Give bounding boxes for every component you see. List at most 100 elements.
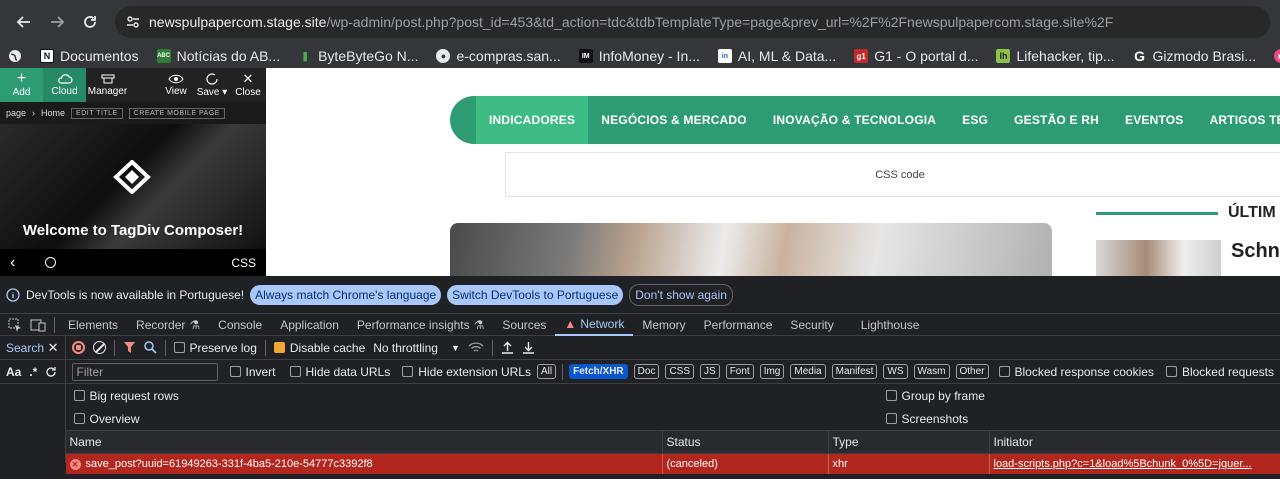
type-filter-other[interactable]: Other	[955, 364, 989, 379]
breadcrumb-home[interactable]: Home	[41, 108, 65, 118]
cloud-button[interactable]: Cloud	[43, 68, 86, 102]
inspect-element-button[interactable]	[4, 314, 26, 336]
css-button[interactable]: CSS	[231, 256, 256, 270]
column-status[interactable]: Status	[663, 431, 829, 453]
disable-cache-checkbox[interactable]: Disable cache	[273, 341, 365, 355]
article-title[interactable]: Schne	[1231, 240, 1280, 263]
bookmark-item[interactable]: ● e-compras.san...	[436, 48, 561, 64]
hide-data-urls-checkbox[interactable]: Hide data URLs	[289, 365, 390, 379]
always-match-language-button[interactable]: Always match Chrome's language	[250, 284, 442, 305]
nav-item-artigos[interactable]: ARTIGOS TÉCNICOS	[1197, 96, 1280, 144]
article-thumbnail[interactable]	[1096, 240, 1221, 276]
tab-security[interactable]: Security	[781, 314, 842, 336]
group-by-frame-checkbox[interactable]: Group by frame	[885, 389, 985, 403]
column-initiator[interactable]: Initiator	[990, 431, 1280, 453]
hide-extension-urls-checkbox[interactable]: Hide extension URLs	[402, 365, 531, 379]
bookmark-item[interactable]: IM InfoMoney - In...	[578, 48, 700, 64]
tab-performance[interactable]: Performance	[695, 314, 782, 336]
url-field[interactable]: newspulpapercom.stage.site/wp-admin/post…	[115, 6, 1270, 38]
bookmark-item[interactable]: G Gizmodo Brasi...	[1133, 48, 1256, 64]
bookmark-item[interactable]: in AI, ML & Data...	[717, 48, 836, 64]
tab-console[interactable]: Console	[209, 314, 271, 336]
bookmark-item[interactable]: g1 G1 - O portal d...	[854, 48, 978, 64]
upload-icon[interactable]	[501, 341, 514, 354]
nav-item-gestao[interactable]: GESTÃO E RH	[1001, 96, 1112, 144]
tab-elements[interactable]: Elements	[59, 314, 127, 336]
close-button[interactable]: ✕ Close	[230, 68, 266, 102]
create-mobile-page-button[interactable]: CREATE MOBILE PAGE	[128, 107, 225, 119]
add-button[interactable]: + Add	[0, 68, 43, 102]
invert-checkbox[interactable]: Invert	[229, 365, 276, 379]
blocked-response-cookies-checkbox[interactable]: Blocked response cookies	[998, 365, 1154, 379]
cell-initiator-link[interactable]: load-scripts.php?c=1&load%5Bchunk_0%5D=j…	[990, 454, 1280, 474]
type-filter-all[interactable]: All	[536, 364, 557, 379]
download-icon[interactable]	[522, 341, 535, 354]
nav-item-eventos[interactable]: EVENTOS	[1112, 96, 1197, 144]
type-filter-css[interactable]: CSS	[665, 364, 695, 379]
clear-icon[interactable]	[92, 341, 106, 354]
bookmark-item[interactable]: N Documentos	[40, 48, 139, 64]
featured-image[interactable]	[450, 223, 1052, 276]
view-button[interactable]: View	[158, 68, 194, 102]
tab-memory[interactable]: Memory	[633, 314, 694, 336]
network-conditions-icon[interactable]	[468, 341, 484, 354]
css-code-block[interactable]: CSS code	[505, 152, 1280, 197]
overview-checkbox[interactable]: Overview	[73, 412, 140, 426]
bookmark-item[interactable]: ABC Notícias do AB...	[156, 48, 280, 64]
search-icon[interactable]	[143, 341, 157, 354]
reload-button[interactable]	[76, 8, 104, 36]
back-button[interactable]	[10, 8, 38, 36]
bookmark-item[interactable]: ❚ ByteByteGo N...	[298, 48, 418, 64]
circle-icon[interactable]	[45, 257, 57, 268]
refresh-icon[interactable]	[45, 366, 57, 378]
forward-button[interactable]	[43, 8, 71, 36]
close-icon[interactable]: ✕	[48, 340, 59, 356]
regex-button[interactable]: .*	[29, 365, 37, 379]
screenshots-checkbox[interactable]: Screenshots	[885, 412, 968, 426]
chevron-left-icon[interactable]: ‹	[10, 254, 15, 272]
type-filter-manifest[interactable]: Manifest	[831, 364, 878, 379]
type-filter-ws[interactable]: WS	[883, 364, 908, 379]
type-filter-doc[interactable]: Doc	[633, 364, 660, 379]
type-filter-js[interactable]: JS	[700, 364, 720, 379]
type-filter-wasm[interactable]: Wasm	[913, 364, 950, 379]
type-filter-img[interactable]: Img	[759, 364, 785, 379]
bookmark-item[interactable]: lh Lifehacker, tip...	[996, 48, 1115, 64]
edit-title-button[interactable]: EDIT TITLE	[71, 107, 123, 119]
blocked-requests-checkbox[interactable]: Blocked requests	[1165, 365, 1274, 379]
tab-lighthouse[interactable]: Lighthouse	[843, 314, 929, 336]
tab-application[interactable]: Application	[271, 314, 348, 336]
nav-item-indicadores[interactable]: INDICADORES	[476, 96, 589, 144]
record-stop-icon[interactable]	[71, 341, 85, 354]
type-filter-font[interactable]: Font	[725, 364, 754, 379]
nav-item-negocios[interactable]: NEGÓCIOS & MERCADO	[588, 96, 760, 144]
tab-performance-insights[interactable]: Performance insights ⚗	[348, 314, 493, 336]
filter-icon[interactable]	[123, 341, 136, 354]
type-filter-fetch-xhr[interactable]: Fetch/XHR	[569, 364, 628, 379]
tab-network[interactable]: ▲ Network	[555, 314, 634, 336]
device-toolbar-button[interactable]	[26, 314, 50, 336]
filter-input[interactable]: Filter	[71, 362, 218, 381]
switch-to-portuguese-button[interactable]: Switch DevTools to Portuguese	[447, 284, 624, 305]
match-case-button[interactable]: Aa	[6, 365, 21, 379]
toolbar-divider	[491, 339, 493, 356]
tab-recorder[interactable]: Recorder ⚗	[127, 314, 209, 336]
column-name[interactable]: Name	[66, 431, 663, 453]
site-info-icon[interactable]	[125, 14, 141, 30]
manager-button[interactable]: Manager	[86, 68, 129, 102]
tab-sources[interactable]: Sources	[493, 314, 555, 336]
throttling-select[interactable]: No throttling ▼	[373, 341, 460, 355]
nav-item-inovacao[interactable]: INOVAÇÃO & TECNOLOGIA	[760, 96, 949, 144]
dont-show-again-button[interactable]: Don't show again	[629, 283, 733, 306]
search-tab[interactable]: Search	[6, 341, 44, 355]
type-filter-media[interactable]: Media	[790, 364, 826, 379]
bookmark-apps[interactable]	[8, 49, 22, 63]
preserve-log-checkbox[interactable]: Preserve log	[173, 341, 257, 355]
bookmark-item[interactable]: ▸	[1274, 49, 1280, 63]
nav-item-esg[interactable]: ESG	[949, 96, 1001, 144]
save-button[interactable]: Save ▾	[194, 68, 230, 102]
breadcrumb-page[interactable]: page	[6, 108, 26, 118]
big-request-rows-checkbox[interactable]: Big request rows	[73, 389, 179, 403]
table-row[interactable]: ✕ save_post?uuid=61949263-331f-4ba5-210e…	[65, 454, 1280, 474]
column-type[interactable]: Type	[829, 431, 990, 453]
